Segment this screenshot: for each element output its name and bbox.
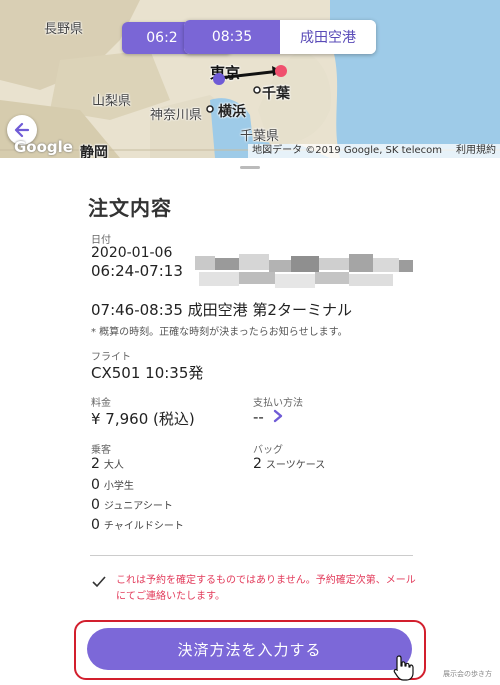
time-note: * 概算の時刻。正確な時刻が決まったらお知らせします。 [91,327,348,338]
passenger-type: チャイルドシート [103,521,184,532]
map-terms-link[interactable]: 利用規約 [456,144,496,158]
passenger-count: 0 [91,517,100,533]
hand-cursor-icon [393,655,414,681]
baggage-type: スーツケース [265,460,326,471]
flight-label: フライト [91,352,131,363]
arrive-place: 成田空港 [280,20,376,54]
route-line [218,69,281,80]
chiba-marker [253,86,261,94]
passenger-row-child-seat: 0 チャイルドシート [91,517,184,533]
passengers-label: 乗客 [91,445,111,456]
checkmark-icon [92,576,106,588]
passenger-type: 小学生 [103,481,134,492]
passenger-type: 大人 [103,460,124,471]
passenger-count: 2 [91,456,100,472]
reservation-warning: これは予約を確定するものではありません。予約確定次第、メールにてご連絡いたします… [116,575,416,602]
arrival-pill: 08:35 成田空港 [184,20,376,54]
chevron-right-icon[interactable] [272,409,284,423]
arrive-time: 08:35 [184,20,280,54]
enter-payment-button[interactable]: 決済方法を入力する [87,628,412,670]
date-value: 2020-01-06 [91,245,173,261]
watermark: 展示会の歩き方 [443,670,492,678]
baggage-value: 2 スーツケース [253,456,325,472]
passenger-type: ジュニアシート [103,501,173,512]
baggage-label: バッグ [253,445,283,456]
arrow-left-icon [14,122,30,138]
depart-time-range: 06:24-07:13 [91,262,183,280]
yokohama-marker [206,105,214,113]
passenger-count: 0 [91,477,100,493]
payment-label: 支払い方法 [253,398,303,409]
passenger-count: 0 [91,497,100,513]
date-label: 日付 [91,235,111,246]
order-title: 注文内容 [88,196,172,220]
route-end-dot [275,65,287,77]
fare-label: 料金 [91,398,111,409]
baggage-count: 2 [253,456,262,472]
fare-value: ¥ 7,960 (税込) [91,410,195,428]
route-map[interactable]: 長野県 山梨県 神奈川県 静岡 東京 千葉 横浜 千葉県 06:2 08:35 … [0,0,500,158]
passenger-row-child: 0 小学生 [91,477,134,493]
map-copyright: 地図データ ©2019 Google, SK telecom [252,145,442,156]
flight-value: CX501 10:35発 [91,364,204,382]
passenger-row-adult: 2 大人 [91,456,124,472]
map-attribution: 地図データ ©2019 Google, SK telecom 利用規約 [248,144,500,158]
arrive-time-place: 07:46-08:35 成田空港 第2ターミナル [91,301,352,319]
depart-time: 06:2 [146,30,178,46]
sheet-handle[interactable] [240,166,260,169]
redacted-address [195,254,415,290]
section-divider [90,555,413,556]
google-logo: Google [14,138,73,156]
passenger-row-junior-seat: 0 ジュニアシート [91,497,173,513]
route-start-dot [213,73,225,85]
payment-value[interactable]: -- [253,408,264,426]
